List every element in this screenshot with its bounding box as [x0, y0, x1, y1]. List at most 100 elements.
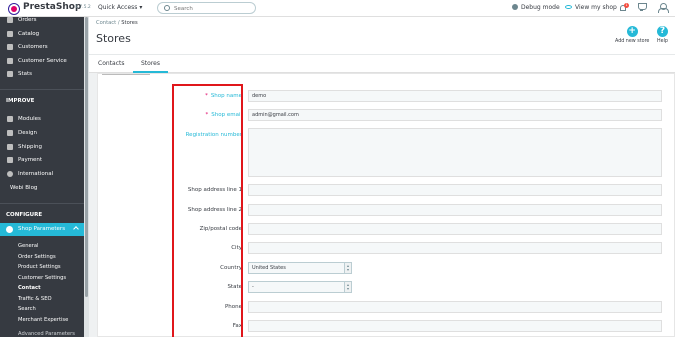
page-header: Contact / Stores Stores + Add new store …: [89, 17, 675, 54]
add-new-store-label: Add new store: [615, 39, 650, 44]
sidebar-subitem-product-settings[interactable]: Product Settings: [18, 264, 61, 270]
breadcrumb-separator: /: [117, 20, 120, 26]
sidebar-item-design[interactable]: Design: [0, 127, 84, 139]
version-label: 1.7.5.2: [75, 5, 91, 10]
scrollbar-thumb[interactable]: [85, 17, 88, 297]
sidebar-item-label: Modules: [18, 116, 41, 122]
zip-input[interactable]: [248, 223, 662, 235]
view-my-shop-label: View my shop: [575, 4, 617, 11]
sidebar-subitem-order-settings[interactable]: Order Settings: [18, 254, 56, 260]
sidebar-item-payment[interactable]: Payment: [0, 154, 84, 166]
phone-input[interactable]: [248, 301, 662, 313]
sidebar-item-label: Shop Parameters: [18, 226, 66, 232]
sidebar-item-advanced-parameters[interactable]: Advanced Parameters: [18, 331, 75, 337]
country-selected-value: United States: [252, 265, 286, 271]
breadcrumb: Contact / Stores: [96, 20, 138, 26]
address-line-1-input[interactable]: [248, 184, 662, 196]
registration-number-textarea[interactable]: [248, 128, 662, 177]
sidebar-divider: [0, 89, 84, 90]
debug-mode-link[interactable]: Debug mode: [512, 4, 560, 11]
sidebar-item-label: Customers: [18, 44, 48, 50]
top-header: PrestaShop 1.7.5.2 Quick Access ▾ Debug …: [0, 0, 675, 17]
bug-icon: [512, 4, 518, 10]
sidebar-item-label: Design: [18, 130, 37, 136]
sidebar-item-label: Catalog: [18, 31, 40, 37]
sidebar-subitem-general[interactable]: General: [18, 243, 38, 249]
trophy-icon[interactable]: [638, 3, 647, 12]
state-selected-value: -: [252, 284, 254, 290]
sidebar-item-label: Orders: [18, 17, 37, 23]
sidebar-subitem-contact[interactable]: Contact: [18, 285, 41, 291]
panel-heading: [102, 74, 150, 75]
section-improve: IMPROVE: [6, 98, 35, 104]
sidebar-item-catalog[interactable]: Catalog: [0, 28, 84, 40]
plus-circle-icon: +: [626, 26, 638, 37]
sidebar-item-label: International: [18, 171, 54, 177]
sidebar-item-stats[interactable]: Stats: [0, 68, 84, 80]
section-configure: CONFIGURE: [6, 212, 43, 218]
globe-icon: [7, 171, 13, 177]
sidebar-item-label: Stats: [18, 71, 33, 77]
tab-bar: Contacts Stores: [89, 54, 675, 73]
view-my-shop-link[interactable]: View my shop: [565, 4, 617, 11]
sidebar-item-shop-parameters[interactable]: Shop Parameters: [0, 223, 84, 236]
notifications-button[interactable]: 1: [619, 3, 629, 12]
logo-text[interactable]: PrestaShop: [23, 2, 81, 12]
shop-name-input[interactable]: demo: [248, 90, 662, 102]
city-input[interactable]: [248, 242, 662, 254]
sidebar-subitem-customer-settings[interactable]: Customer Settings: [18, 275, 66, 281]
quick-access-dropdown[interactable]: Quick Access ▾: [98, 4, 142, 11]
select-arrows-icon: [344, 263, 351, 273]
notification-badge: 1: [624, 3, 629, 8]
modules-icon: [7, 116, 13, 122]
breadcrumb-current: Stores: [121, 20, 138, 26]
customer-service-icon: [7, 58, 13, 64]
sidebar-subitem-merchant-expertise[interactable]: Merchant Expertise: [18, 317, 68, 323]
sidebar: Orders Catalog Customers Customer Servic…: [0, 17, 84, 337]
search-box[interactable]: [157, 2, 256, 14]
sidebar-item-webi-blog[interactable]: Webi Blog: [0, 182, 84, 194]
help-icon: ?: [657, 26, 668, 37]
search-icon[interactable]: [164, 5, 170, 11]
country-select[interactable]: United States: [248, 262, 352, 274]
stats-icon: [7, 71, 13, 77]
state-select[interactable]: -: [248, 281, 352, 293]
sidebar-item-label: Payment: [18, 157, 43, 163]
payment-icon: [7, 157, 13, 163]
shipping-icon: [7, 144, 13, 150]
quick-access-label: Quick Access: [98, 4, 138, 11]
sidebar-item-label: Shipping: [18, 144, 42, 150]
orders-icon: [7, 17, 13, 23]
catalog-icon: [7, 31, 13, 37]
debug-mode-label: Debug mode: [521, 4, 560, 11]
address-line-2-input[interactable]: [248, 204, 662, 216]
sidebar-item-shipping[interactable]: Shipping: [0, 141, 84, 153]
sidebar-subitem-search[interactable]: Search: [18, 306, 36, 312]
design-icon: [7, 130, 13, 136]
tab-contacts[interactable]: Contacts: [98, 60, 124, 67]
user-account-icon[interactable]: [658, 3, 669, 13]
customers-icon: [7, 44, 13, 50]
breadcrumb-parent[interactable]: Contact: [96, 20, 116, 26]
tab-stores[interactable]: Stores: [133, 60, 168, 73]
shop-email-input[interactable]: admin@gmail.com: [248, 109, 662, 121]
fax-input[interactable]: [248, 320, 662, 332]
caret-down-icon: ▾: [139, 4, 143, 11]
sidebar-item-orders[interactable]: Orders: [0, 17, 84, 26]
help-button[interactable]: ? Help: [657, 26, 668, 44]
sidebar-item-international[interactable]: International: [0, 168, 84, 180]
sidebar-item-customer-service[interactable]: Customer Service: [0, 55, 84, 67]
sidebar-item-customers[interactable]: Customers: [0, 41, 84, 53]
sidebar-divider: [0, 203, 84, 204]
gear-icon: [6, 226, 13, 233]
help-label: Help: [657, 39, 668, 44]
add-new-store-button[interactable]: + Add new store: [615, 26, 649, 44]
page-title: Stores: [96, 32, 131, 45]
sidebar-item-label: Customer Service: [18, 58, 67, 64]
sidebar-item-modules[interactable]: Modules: [0, 113, 84, 125]
eye-icon: [565, 5, 572, 9]
search-input[interactable]: [174, 4, 252, 13]
sidebar-subitem-traffic-seo[interactable]: Traffic & SEO: [18, 296, 52, 302]
prestashop-logo-icon[interactable]: [8, 3, 20, 15]
select-arrows-icon: [344, 282, 351, 292]
